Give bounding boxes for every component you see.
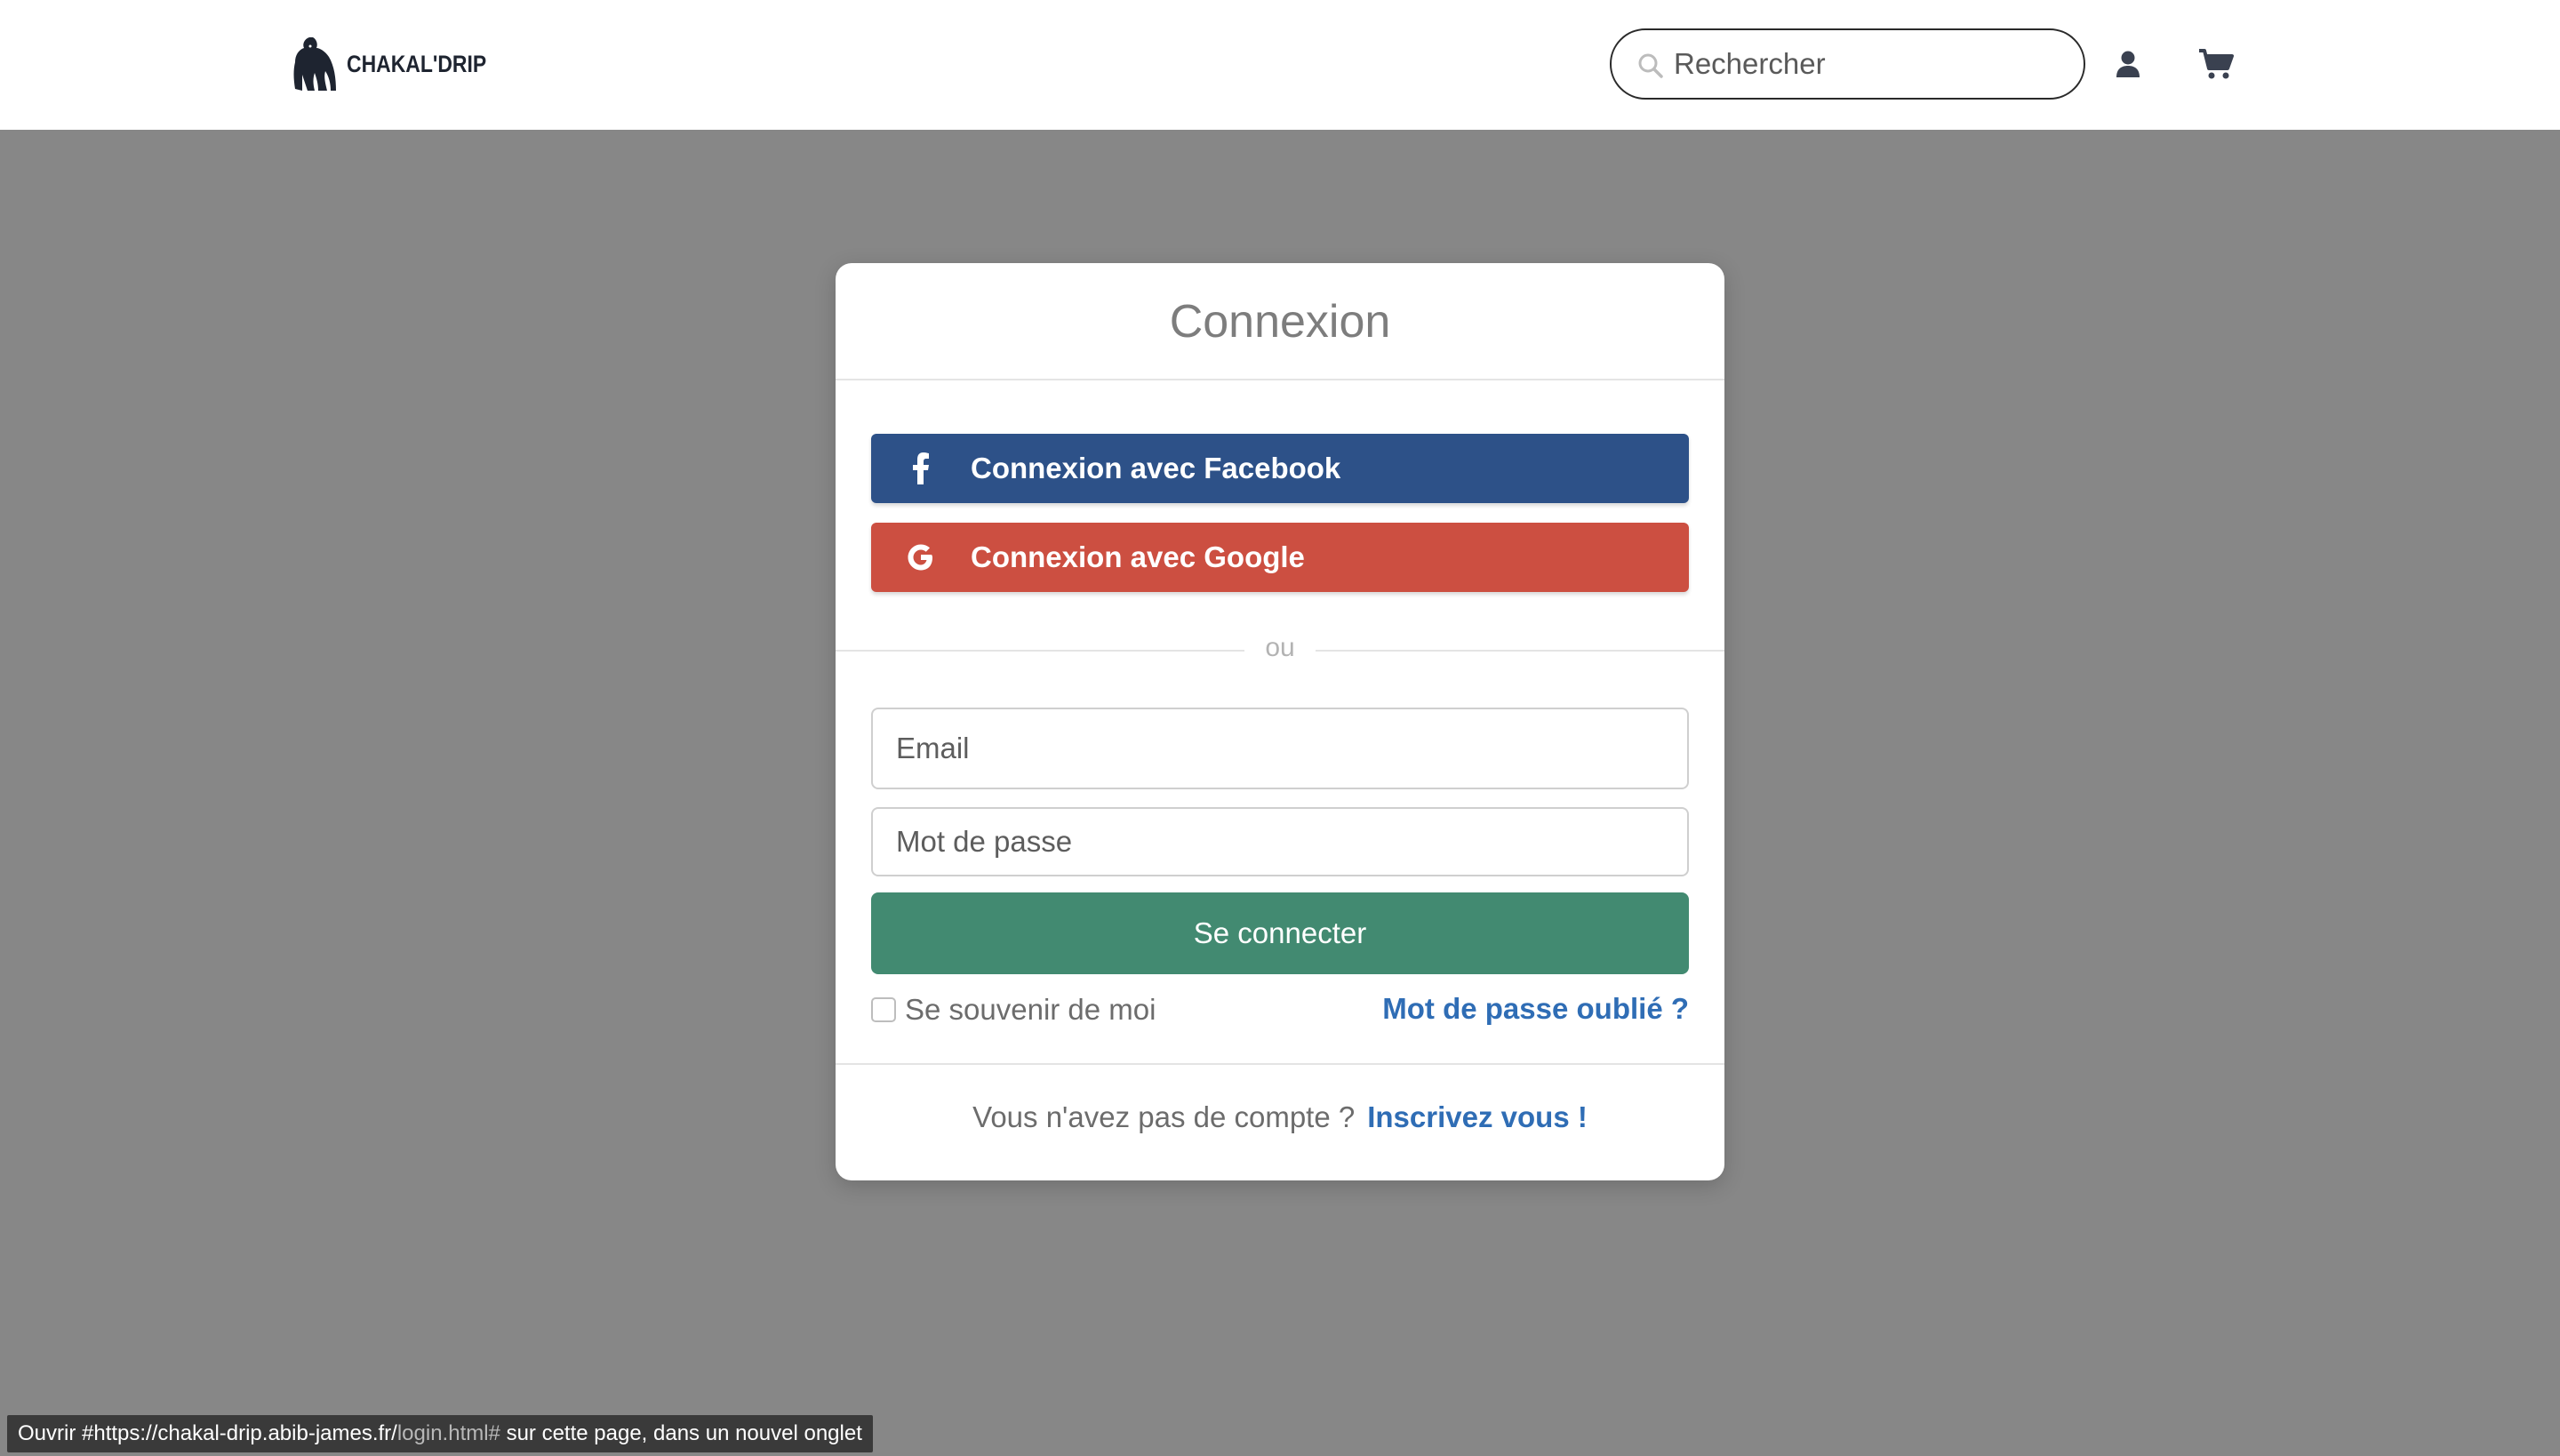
status-url-path: login.html# (396, 1421, 500, 1445)
divider (836, 1063, 1724, 1065)
logo-text: CHAKAL'DRIP (347, 50, 487, 77)
signup-link[interactable]: Inscrivez vous ! (1367, 1100, 1588, 1133)
remember-me-checkbox[interactable] (871, 997, 896, 1022)
facebook-login-label: Connexion avec Facebook (971, 452, 1341, 484)
forgot-password-link[interactable]: Mot de passe oublié ? (1382, 992, 1689, 1026)
user-icon[interactable] (2116, 50, 2140, 78)
signup-row: Vous n'avez pas de compte ? Inscrivez vou… (836, 1100, 1724, 1134)
or-divider-left (836, 650, 1244, 652)
login-card: Connexion Connexion avec Facebook Connex… (836, 263, 1724, 1180)
google-icon (903, 540, 939, 575)
remember-me[interactable]: Se souvenir de moi (871, 992, 1156, 1028)
facebook-login-button[interactable]: Connexion avec Facebook (871, 434, 1689, 503)
google-login-button[interactable]: Connexion avec Google (871, 523, 1689, 592)
search-box[interactable] (1610, 28, 2085, 100)
site-header: CHAKAL'DRIP (0, 0, 2560, 130)
search-icon (1638, 53, 1663, 78)
status-prefix: Ouvrir # (18, 1421, 94, 1445)
search-input[interactable] (1674, 39, 2065, 89)
site-logo[interactable]: CHAKAL'DRIP (292, 36, 511, 92)
divider (836, 379, 1724, 380)
login-submit-button[interactable]: Se connecter (871, 892, 1689, 974)
facebook-icon (903, 451, 939, 486)
google-login-label: Connexion avec Google (971, 540, 1305, 573)
browser-status-bar: Ouvrir # https://chakal-drip.abib-james.f… (7, 1415, 873, 1452)
password-field[interactable] (871, 807, 1689, 876)
logo-gorilla-icon (293, 37, 336, 91)
login-title: Connexion (1169, 296, 1391, 348)
status-suffix: sur cette page, dans un nouvel onglet (500, 1421, 862, 1445)
or-divider-right (1316, 650, 1724, 652)
cart-icon[interactable] (2198, 48, 2234, 80)
email-field[interactable] (871, 708, 1689, 789)
status-url-host: https://chakal-drip.abib-james.fr/ (93, 1421, 397, 1445)
or-separator: ou (1265, 633, 1295, 662)
remember-me-label: Se souvenir de moi (905, 993, 1156, 1026)
signup-prompt: Vous n'avez pas de compte ? (972, 1100, 1356, 1133)
